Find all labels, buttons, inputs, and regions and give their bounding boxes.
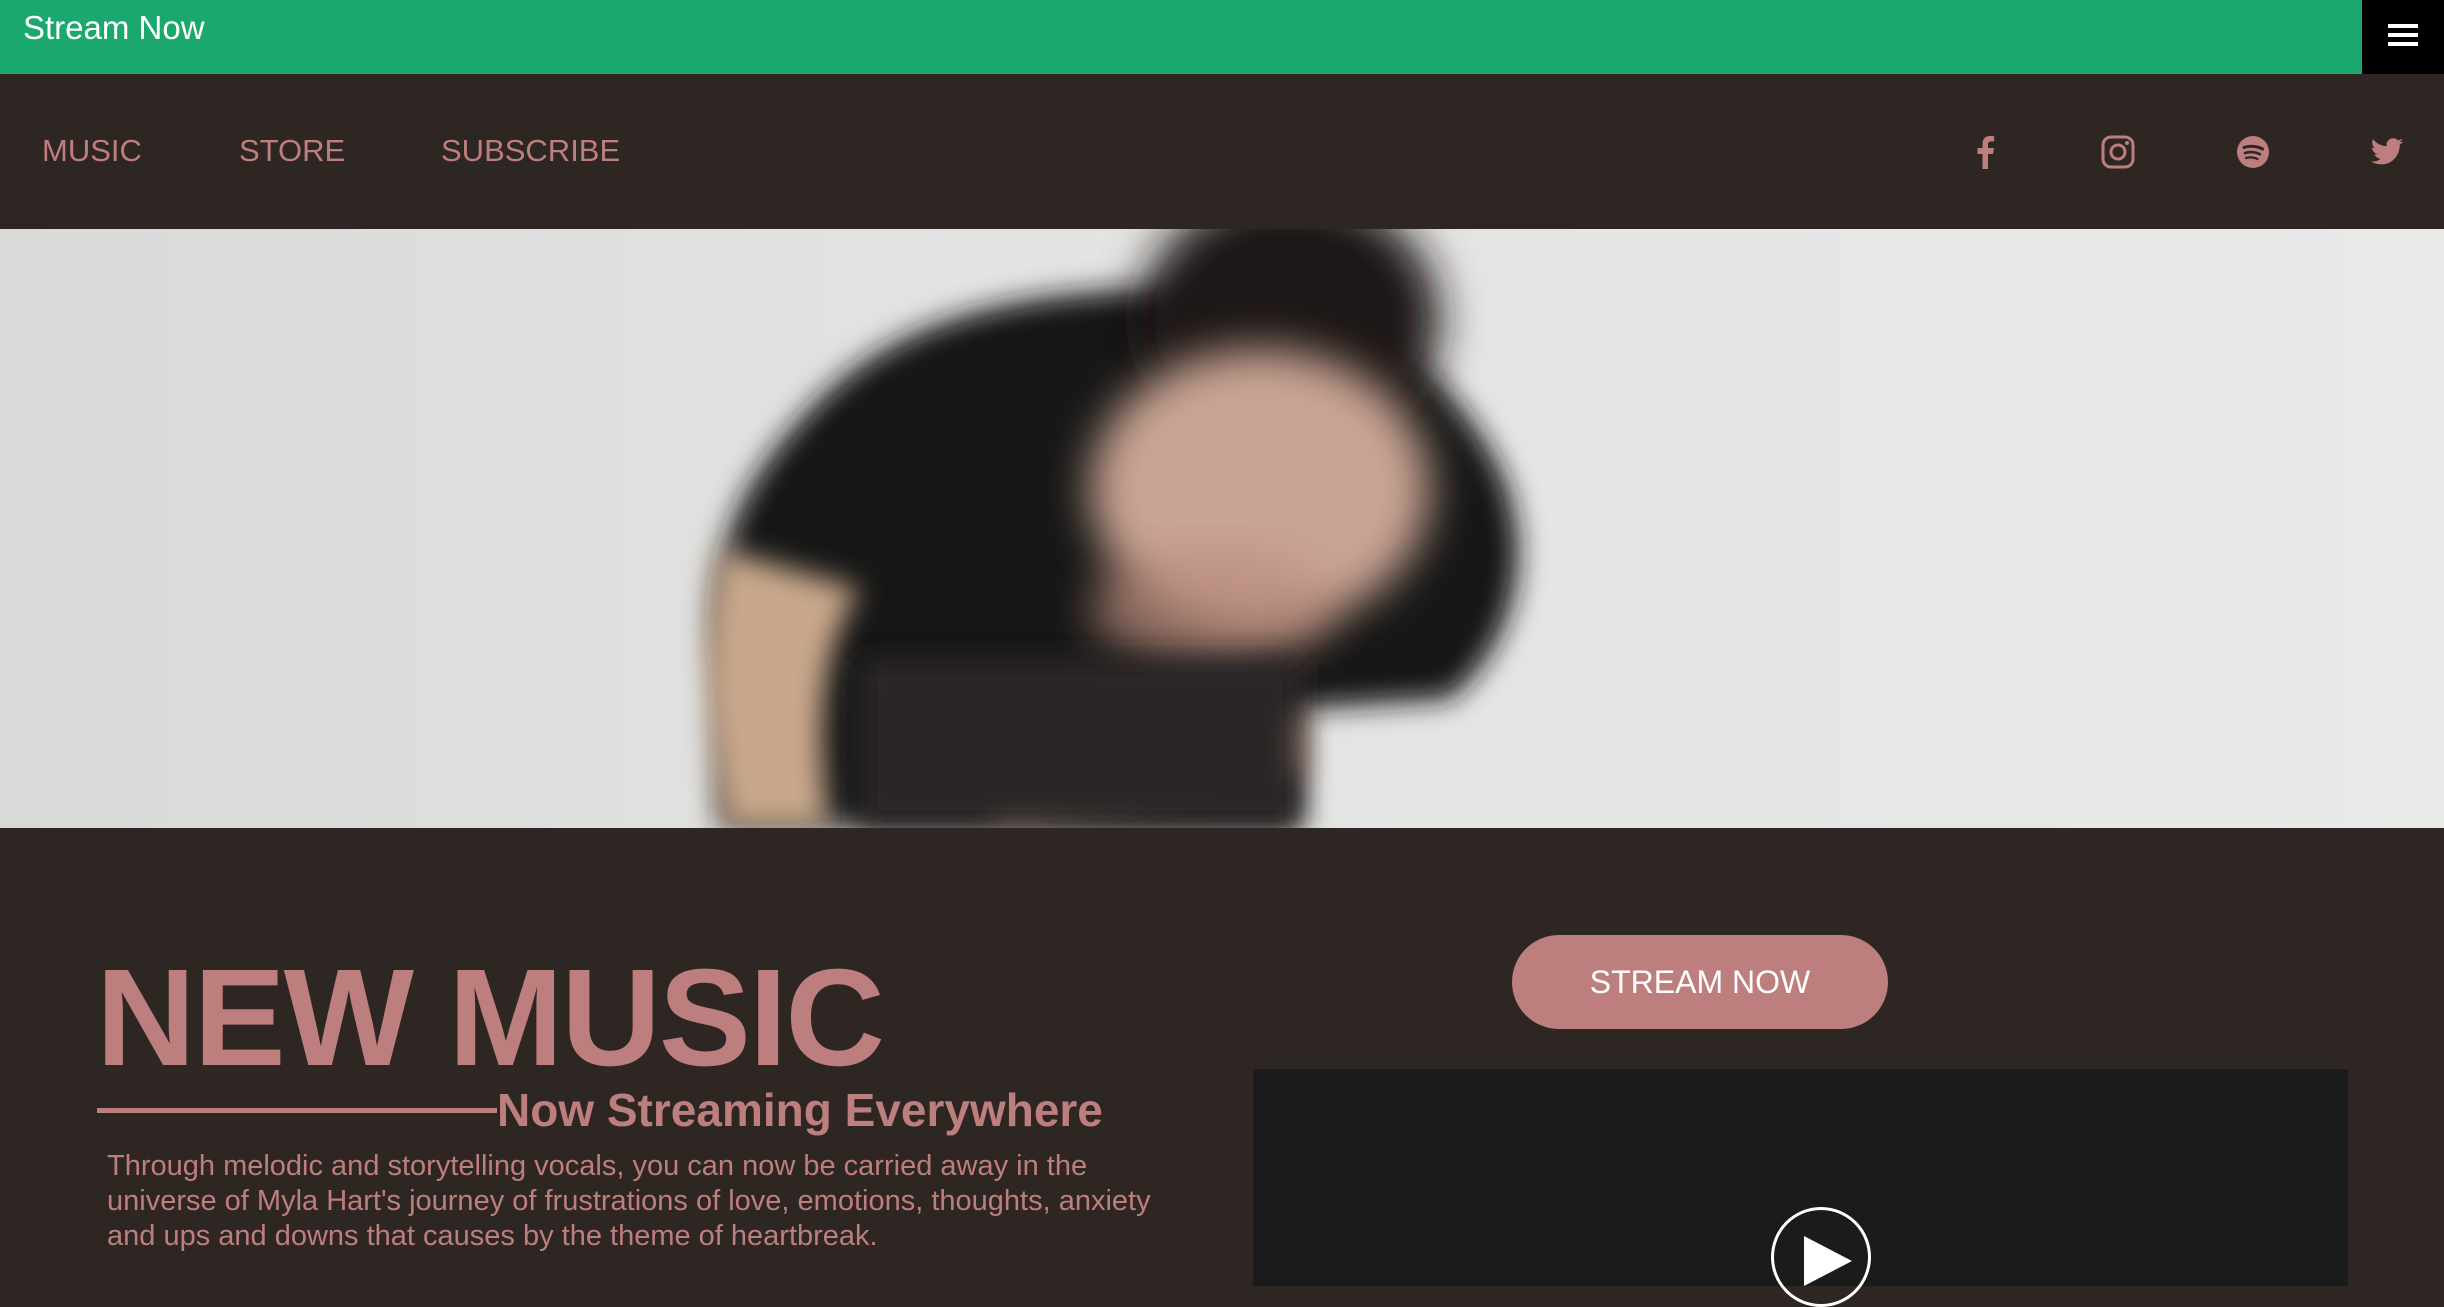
play-button[interactable] — [1771, 1207, 1871, 1307]
page-title: NEW MUSIC — [96, 941, 885, 1095]
nav-link-store[interactable]: STORE — [239, 132, 345, 170]
brand-title[interactable]: Stream Now — [23, 8, 205, 48]
play-icon — [1804, 1236, 1852, 1286]
subheadline: Now Streaming Everywhere — [497, 1084, 1103, 1136]
spotify-icon[interactable] — [2233, 132, 2273, 172]
instagram-icon[interactable] — [2098, 132, 2138, 172]
hero-image — [0, 229, 2444, 828]
stream-now-button[interactable]: STREAM NOW — [1512, 935, 1888, 1029]
twitter-icon[interactable] — [2367, 132, 2407, 172]
divider-line — [97, 1107, 497, 1113]
video-player[interactable] — [1253, 1069, 2348, 1307]
nav-link-subscribe[interactable]: SUBSCRIBE — [441, 132, 620, 170]
menu-button[interactable] — [2362, 0, 2444, 74]
hamburger-icon — [2388, 23, 2418, 52]
new-music-section: NEW MUSIC Now Streaming Everywhere Throu… — [0, 828, 2444, 1307]
nav-link-music[interactable]: MUSIC — [42, 132, 142, 170]
top-banner: Stream Now — [0, 0, 2444, 74]
description-text: Through melodic and storytelling vocals,… — [107, 1150, 1151, 1252]
main-nav: MUSIC STORE SUBSCRIBE — [0, 74, 2444, 228]
facebook-icon[interactable] — [1965, 132, 2005, 172]
subheadline-row: Now Streaming Everywhere — [97, 1080, 1103, 1140]
